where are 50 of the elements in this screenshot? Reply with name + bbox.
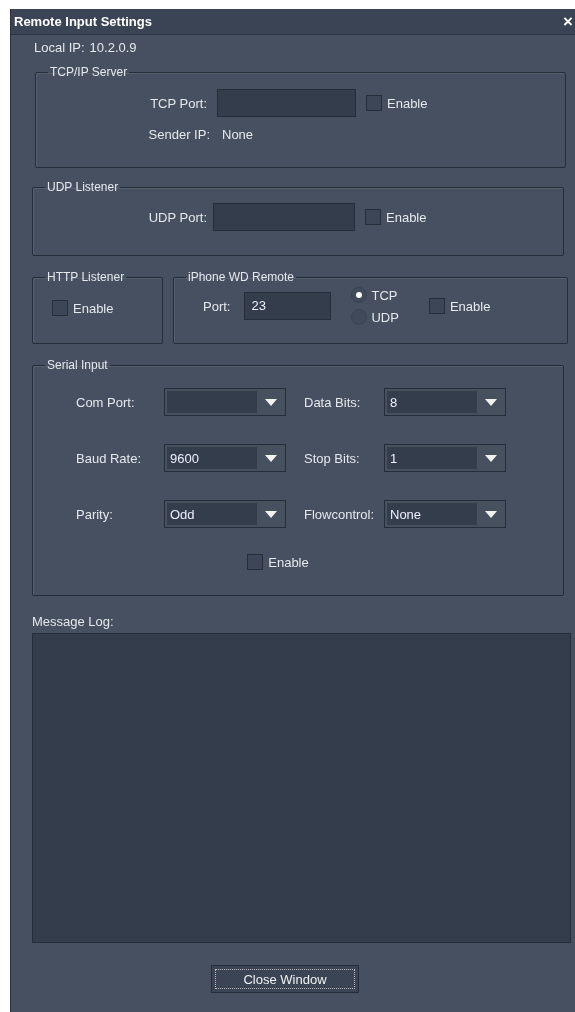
sender-ip-value: None xyxy=(222,127,254,142)
checkbox-label: Enable xyxy=(268,554,309,570)
sender-ip-label: Sender IP: xyxy=(147,127,210,142)
checkbox-label: Enable xyxy=(386,209,427,225)
field-label: Parity: xyxy=(76,506,114,522)
field-label: Stop Bits: xyxy=(304,450,361,466)
dropdown[interactable]: 9600 xyxy=(164,444,286,472)
caret-icon xyxy=(485,454,497,462)
tcp-port-field[interactable] xyxy=(217,89,356,117)
udp-port-field[interactable] xyxy=(213,203,355,231)
checkbox[interactable] xyxy=(365,209,381,225)
port-label: Port: xyxy=(203,298,231,314)
local-ip-label: Local IP: xyxy=(34,40,85,56)
checkbox-label: Enable xyxy=(387,95,428,111)
group-title: UDP Listener xyxy=(46,180,120,194)
window-title: Remote Input Settings xyxy=(14,14,152,29)
udp-port-label: UDP Port: xyxy=(147,209,207,225)
dropdown[interactable]: 1 xyxy=(384,444,506,472)
message-log-label: Message Log: xyxy=(32,614,114,629)
group-title: Serial Input xyxy=(46,358,109,372)
radio-label: TCP xyxy=(371,287,398,303)
close-window-button[interactable]: Close Window xyxy=(211,965,359,993)
caret-icon xyxy=(265,454,277,462)
close-icon[interactable]: × xyxy=(563,13,573,30)
checkbox[interactable] xyxy=(428,298,445,314)
field-label: Data Bits: xyxy=(304,394,362,410)
port-field[interactable]: 23 xyxy=(244,292,332,320)
dropdown[interactable] xyxy=(164,388,286,416)
checkbox[interactable] xyxy=(366,95,382,111)
checkbox-label: Enable xyxy=(73,300,114,316)
field-label: Com Port: xyxy=(76,394,136,410)
field-label: Flowcontrol: xyxy=(304,506,376,522)
caret-icon xyxy=(485,510,497,518)
caret-icon xyxy=(265,510,277,518)
tcp-port-label: TCP Port: xyxy=(149,95,207,111)
group-title: HTTP Listener xyxy=(46,270,126,284)
local-ip-value: 10.2.0.9 xyxy=(89,40,137,56)
radio-label: UDP xyxy=(371,309,399,325)
dropdown[interactable]: Odd xyxy=(164,500,286,528)
caret-icon xyxy=(265,398,277,406)
dropdown[interactable]: None xyxy=(384,500,506,528)
checkbox[interactable] xyxy=(52,300,68,316)
checkbox-label: Enable xyxy=(449,298,491,314)
caret-icon xyxy=(485,398,497,406)
radio-button[interactable] xyxy=(351,287,368,303)
checkbox[interactable] xyxy=(247,554,264,570)
field-label: Baud Rate: xyxy=(76,450,143,466)
dropdown[interactable]: 8 xyxy=(384,388,506,416)
group-title: TCP/IP Server xyxy=(49,65,129,79)
group-title: iPhone WD Remote xyxy=(187,270,296,284)
